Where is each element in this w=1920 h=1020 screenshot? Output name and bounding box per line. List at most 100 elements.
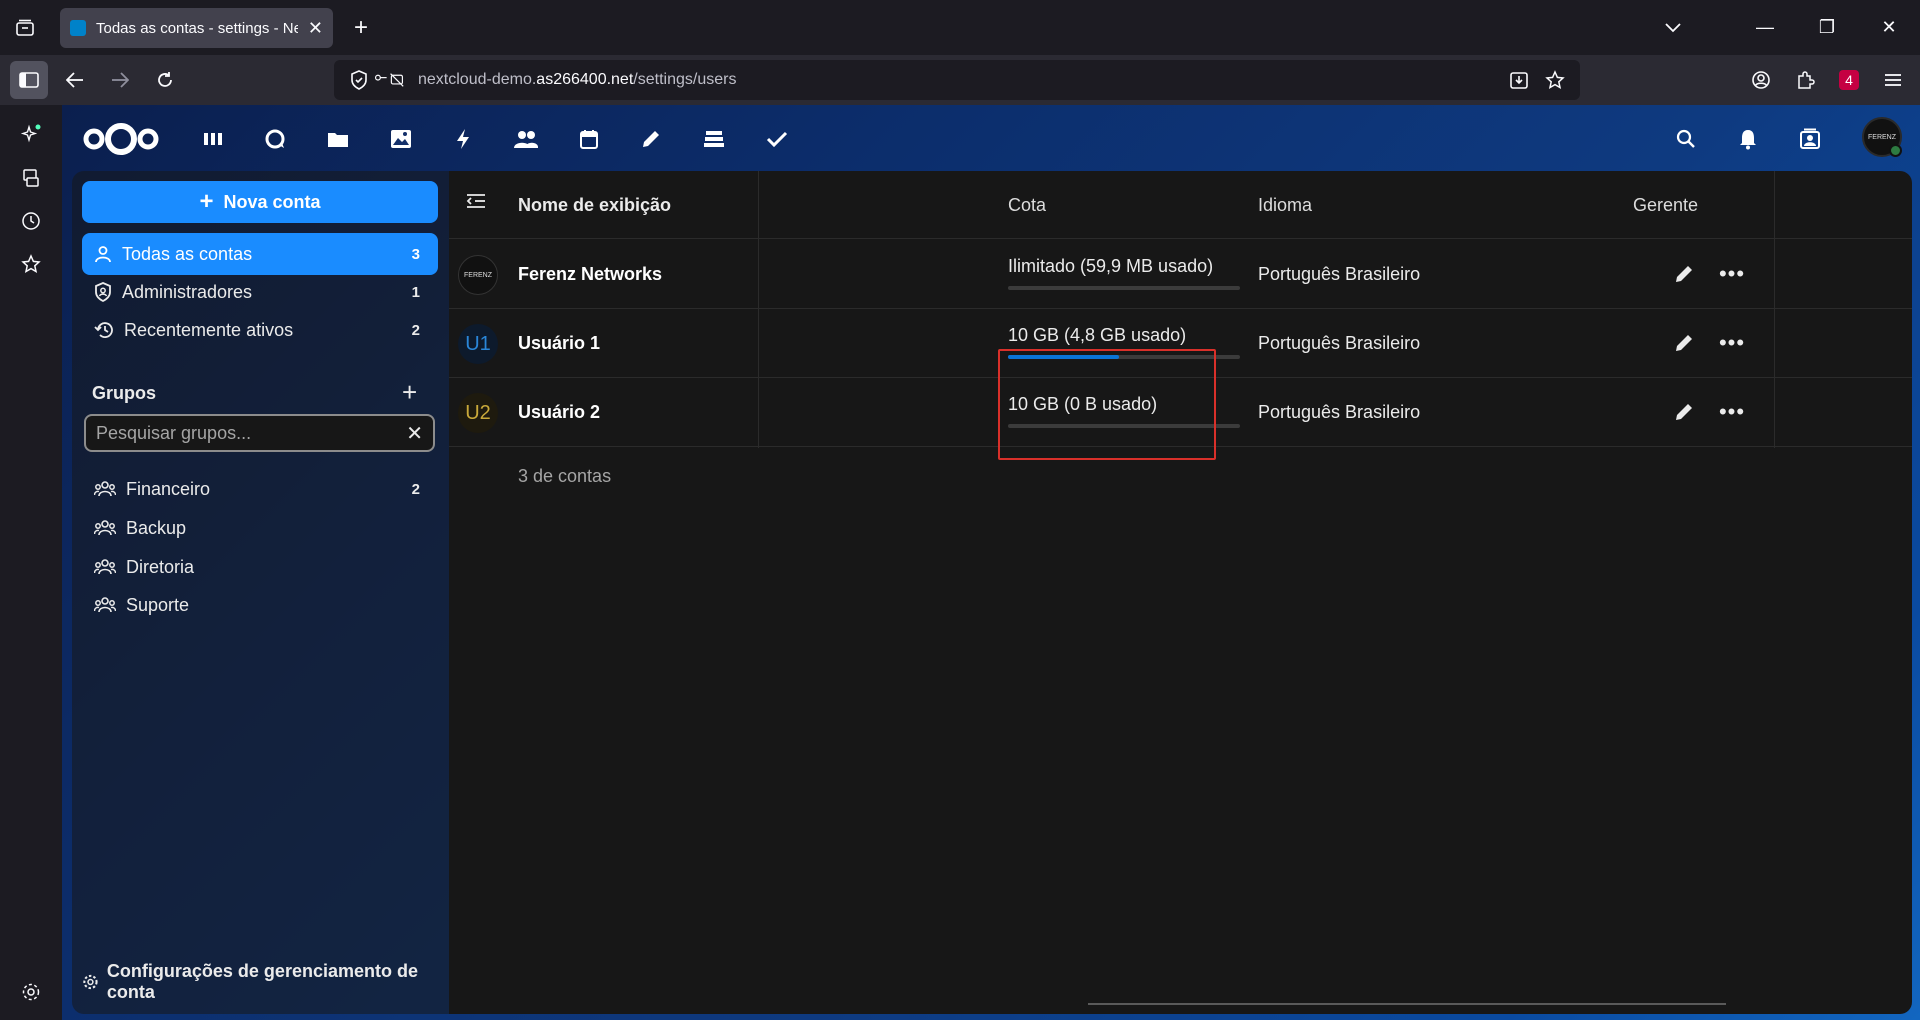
online-status-icon [1889,144,1902,157]
column-header-quota: Cota [1008,195,1047,215]
table-header-row: Nome de exibição Cota Idioma Gerente [449,171,1912,239]
new-tab-icon[interactable]: + [345,12,377,44]
new-account-button[interactable]: + Nova conta [82,181,438,223]
horizontal-scrollbar[interactable] [1088,1003,1726,1005]
reload-icon[interactable] [148,63,182,97]
close-window-icon[interactable]: ✕ [1858,0,1920,55]
photos-icon[interactable] [383,121,419,157]
account-management-settings-label: Configurações de gerenciamento de conta [106,961,418,1002]
new-account-label: Nova conta [223,191,321,212]
column-header-display-name[interactable]: Nome de exibição [518,195,671,216]
nav-item-all-accounts[interactable]: Todas as contas 3 [82,233,438,275]
toggle-navigation-icon[interactable] [466,193,486,214]
user-language: Português Brasileiro [1258,264,1421,284]
toolbar-right: 4 [1744,63,1910,97]
user-language: Português Brasileiro [1258,402,1421,422]
more-actions-icon[interactable]: ••• [1717,259,1747,289]
group-search-input[interactable]: Pesquisar grupos... ✕ [84,414,435,452]
clear-search-icon[interactable]: ✕ [406,421,423,446]
activity-icon[interactable] [445,121,481,157]
user-quota: Ilimitado (59,9 MB usado) [1008,256,1214,276]
tasks-check-icon[interactable] [759,121,795,157]
calendar-icon[interactable] [571,121,607,157]
group-item-financeiro[interactable]: Financeiro 2 [82,468,438,510]
browser-tab[interactable]: Todas as contas - settings - Nex ✕ [60,8,333,48]
group-item-diretoria[interactable]: Diretoria [82,546,438,588]
url-text: nextcloud-demo.as266400.net/settings/use… [418,71,737,88]
column-header-manager: Gerente [1633,195,1699,215]
nextcloud-favicon [70,20,86,36]
dashboard-icon[interactable] [195,121,231,157]
nextcloud-page: FERENZ + Nova conta Todas as contas 3 Ad… [62,105,1920,1020]
table-row[interactable]: U2 Usuário 2 10 GB (0 B usado) Português… [449,378,1912,447]
shield-icon[interactable] [344,65,374,95]
account-management-settings-button[interactable]: Configurações de gerenciamento de conta [82,961,449,1003]
bookmarks-icon[interactable] [16,249,46,279]
quota-progress-bar [1008,355,1240,359]
nav-item-recently-active[interactable]: Recentemente ativos 2 [82,309,438,351]
permissions-icon[interactable] [374,65,404,95]
history-icon[interactable] [16,206,46,236]
accounts-count: 3 de contas [518,466,612,486]
table-row[interactable]: U1 Usuário 1 10 GB (4,8 GB usado) Portug… [449,309,1912,378]
synced-tabs-icon[interactable] [16,163,46,193]
menu-icon[interactable] [1876,63,1910,97]
minimize-icon[interactable]: — [1734,0,1796,55]
contacts-icon[interactable] [508,121,544,157]
group-item-suporte[interactable]: Suporte [82,584,438,626]
nav-item-administrators[interactable]: Administradores 1 [82,271,438,313]
customize-sidebar-gear-icon[interactable] [16,977,46,1007]
group-label: Financeiro [126,478,211,499]
files-icon[interactable] [320,121,356,157]
bookmark-star-icon[interactable] [1540,65,1570,95]
user-avatar: U2 [458,393,498,433]
contacts-menu-icon[interactable] [1792,121,1828,157]
window-controls: — ❐ ✕ [1734,0,1920,55]
group-icon [94,597,116,613]
back-icon[interactable] [58,63,92,97]
nextcloud-logo-icon[interactable] [82,119,160,164]
edit-pencil-icon[interactable] [1669,328,1699,358]
search-icon[interactable] [1668,121,1704,157]
tab-overview-icon[interactable] [0,0,50,55]
tab-close-icon[interactable]: ✕ [308,18,323,39]
edit-pencil-icon[interactable] [1669,397,1699,427]
forward-icon[interactable] [103,63,137,97]
settings-gear-icon [83,974,98,990]
plus-icon: + [199,188,214,215]
more-actions-icon[interactable]: ••• [1717,397,1747,427]
browser-sidebar [0,105,62,1020]
ai-chatbot-icon[interactable] [16,120,46,150]
history-icon [94,322,113,338]
restore-icon[interactable]: ❐ [1796,0,1858,55]
user-icon [95,246,111,263]
extensions-icon[interactable] [1788,63,1822,97]
notifications-bell-icon[interactable] [1730,121,1766,157]
group-item-backup[interactable]: Backup [82,507,438,549]
column-header-language: Idioma [1258,195,1313,215]
list-all-tabs-icon[interactable] [1655,12,1691,44]
user-quota: 10 GB (4,8 GB usado) [1008,325,1187,345]
user-display-name: Usuário 2 [518,402,601,422]
account-icon[interactable] [1744,63,1778,97]
user-avatar: FERENZ [458,255,498,295]
deck-icon[interactable] [696,121,732,157]
edit-pencil-icon[interactable] [1669,259,1699,289]
group-icon [94,481,116,497]
nav-item-label: Administradores [122,281,253,302]
quota-progress-bar [1008,424,1240,428]
notes-pencil-icon[interactable] [633,121,669,157]
user-avatar-initials: U1 [465,332,491,355]
extension-badge[interactable]: 4 [1839,70,1859,90]
group-icon [94,520,116,536]
sidebar-toggle-icon[interactable] [10,61,48,99]
user-avatar-initials: U2 [465,401,491,424]
url-bar[interactable]: nextcloud-demo.as266400.net/settings/use… [334,60,1580,100]
more-actions-icon[interactable]: ••• [1717,328,1747,358]
user-avatar[interactable]: FERENZ [1862,117,1902,157]
save-to-pocket-icon[interactable] [1504,65,1534,95]
add-group-icon[interactable]: + [402,377,417,408]
table-row[interactable]: FERENZ Ferenz Networks Ilimitado (59,9 M… [449,240,1912,309]
talk-icon[interactable] [257,121,293,157]
group-label: Suporte [126,594,190,615]
